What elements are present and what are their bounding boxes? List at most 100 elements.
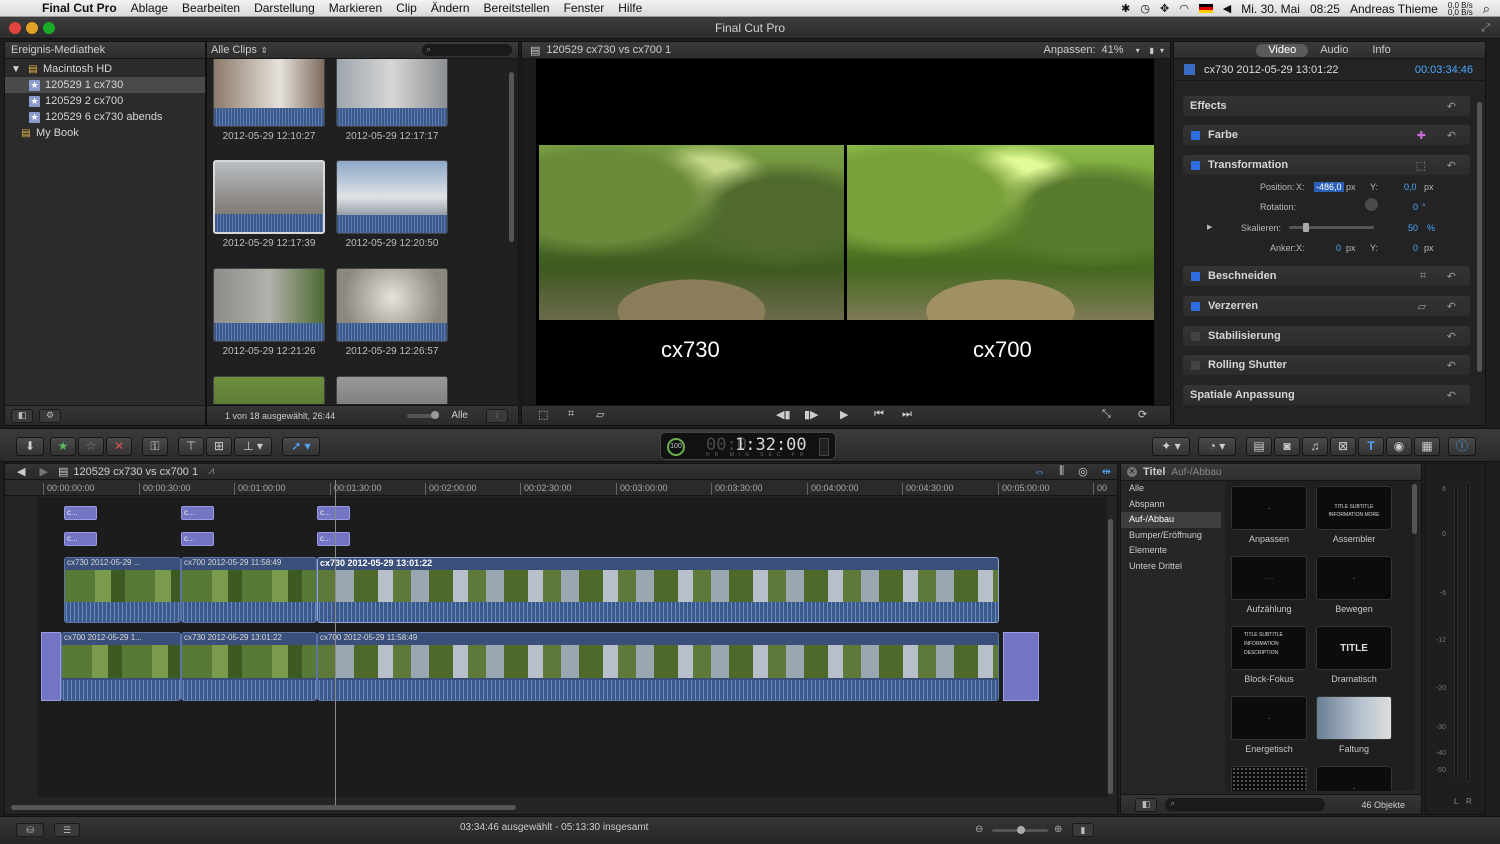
clip-thumbnail[interactable] (336, 376, 448, 404)
import-media-button[interactable]: ⬇ (16, 437, 44, 456)
section-transformation[interactable]: Transformation ⬚ ↶ (1183, 155, 1470, 175)
slider-knob[interactable] (1303, 223, 1309, 232)
go-to-start-button[interactable]: ⏮ (874, 408, 884, 421)
back-arrow-icon[interactable]: ◀ (17, 465, 25, 478)
title-clip[interactable]: c... (64, 506, 97, 520)
reject-button[interactable]: ✕ (106, 437, 132, 456)
close-window-button[interactable] (9, 22, 21, 34)
crop-icon[interactable]: ⌗ (568, 408, 574, 421)
title-item-dramatisch[interactable]: TITLE Dramatisch (1316, 626, 1392, 684)
menu-app-name[interactable]: Final Cut Pro (42, 1, 117, 15)
section-farbe[interactable]: Farbe ✚ ↶ (1183, 125, 1470, 145)
scale-slider[interactable] (1289, 223, 1374, 232)
slider-knob[interactable] (1017, 826, 1025, 834)
inspector-scrollbar[interactable] (1477, 102, 1482, 372)
library-item-my-book[interactable]: ▤ My Book (5, 125, 205, 141)
enable-checkbox[interactable] (1191, 271, 1200, 281)
action-gear-button[interactable]: ⚙ (39, 408, 61, 423)
timeline-index-icon[interactable]: ⩘ (208, 465, 214, 478)
snapping-icon[interactable]: ⇹ (1102, 465, 1111, 478)
crop-onscreen-icon[interactable]: ⌗ (1420, 270, 1426, 283)
color-board-icon[interactable]: ✚ (1417, 129, 1426, 142)
playhead[interactable] (335, 480, 336, 805)
inspector-toggle-button[interactable]: ▤ (1246, 437, 1272, 456)
reset-icon[interactable]: ↶ (1447, 389, 1456, 402)
section-effects[interactable]: Effects ↶ (1183, 96, 1470, 116)
clip-appearance-button[interactable]: ⛁ (16, 823, 44, 837)
zoom-in-icon[interactable]: ⊕ (1054, 824, 1062, 835)
upper-video-clip[interactable]: cx700 2012-05-29 11:58:49 (181, 557, 317, 623)
minimize-window-button[interactable] (26, 22, 38, 34)
section-stabilisierung[interactable]: Stabilisierung ↶ (1183, 326, 1470, 346)
category-abspann[interactable]: Abspann (1121, 497, 1221, 513)
anchor-x-field[interactable]: 0 (1336, 243, 1341, 253)
menu-user[interactable]: Andreas Thieme (1350, 2, 1438, 16)
title-item-anpassen[interactable]: - Anpassen (1231, 486, 1307, 544)
titles-search-field[interactable]: ⌕ (1165, 798, 1325, 811)
audio-meter-mini[interactable] (819, 438, 829, 456)
fullscreen-icon[interactable]: ⤢ (1481, 17, 1490, 39)
library-toggle-button[interactable]: ◧ (11, 408, 33, 423)
menu-clip[interactable]: Clip (396, 1, 417, 15)
reset-icon[interactable]: ↶ (1447, 270, 1456, 283)
upper-video-clip-selected[interactable]: cx730 2012-05-29 13:01:22 (317, 557, 999, 623)
clip-appearance-icon[interactable]: ⇔ (1034, 466, 1045, 478)
position-y-field[interactable]: 0,0 (1404, 182, 1417, 192)
scale-disclosure-icon[interactable]: ▶ (1207, 223, 1212, 231)
reset-icon[interactable]: ↶ (1447, 100, 1456, 113)
library-item-event-6[interactable]: ★ 120529 6 cx730 abends (5, 109, 205, 125)
zoom-out-icon[interactable]: ⊖ (975, 824, 983, 835)
menu-time[interactable]: 08:25 (1310, 2, 1340, 16)
clip-filter-menu[interactable]: Alle Clips (207, 44, 257, 56)
wifi-icon[interactable]: ◠ (1179, 2, 1189, 15)
timeline-tracks[interactable]: c... c... c... c... c... c... cx730 2012… (37, 497, 1107, 797)
reset-icon[interactable]: ↶ (1447, 300, 1456, 313)
reset-icon[interactable]: ↶ (1447, 330, 1456, 343)
slider-knob[interactable] (431, 410, 440, 419)
primary-video-clip[interactable]: cx700 2012-05-29 1... (61, 632, 181, 701)
transform-overlay-icon[interactable]: ⬚ (538, 408, 548, 421)
timeline-vertical-scrollbar[interactable] (1108, 519, 1113, 794)
zoom-menu[interactable]: 41% (1102, 44, 1124, 56)
primary-end-title-clip[interactable] (1003, 632, 1039, 701)
timeline-zoom-slider[interactable] (992, 826, 1048, 834)
menu-bearbeiten[interactable]: Bearbeiten (182, 1, 240, 15)
go-to-end-button[interactable]: ⏭ (902, 408, 912, 421)
volume-icon[interactable]: ◀︎ (1223, 2, 1231, 15)
title-clip[interactable]: c... (181, 506, 214, 520)
play-button[interactable]: ▶ (840, 408, 848, 421)
retime-button[interactable]: ◔ ▾ (1198, 437, 1236, 456)
all-filter-label[interactable]: Alle (451, 410, 468, 421)
timeline-ruler[interactable]: 00:00:00:00 00:00:30:00 00:01:00:00 00:0… (5, 480, 1117, 496)
keyword-button[interactable]: ⚿ (142, 437, 168, 456)
menu-bereitstellen[interactable]: Bereitstellen (484, 1, 550, 15)
reset-icon[interactable]: ↶ (1447, 129, 1456, 142)
themes-browser-button[interactable]: ▦ (1414, 437, 1440, 456)
primary-video-clip[interactable]: cx700 2012-05-29 11:58:49 (317, 632, 999, 701)
audio-clip-toggle-button[interactable]: ▮ (1072, 823, 1094, 837)
title-item-assembler[interactable]: TITLE SUBTITLE INFORMATION MORE Assemble… (1316, 486, 1392, 544)
library-item-event-1[interactable]: ★ 120529 1 cx730 (5, 77, 205, 93)
enable-checkbox[interactable] (1191, 360, 1200, 370)
favorite-button[interactable]: ★ (50, 437, 76, 456)
dashboard-timecode[interactable]: 100 00:0 1:32:00 HR MIN SEC FR (660, 432, 836, 460)
title-item-bewegen[interactable]: - Bewegen (1316, 556, 1392, 614)
viewer-options-icon[interactable]: ▮ (1150, 46, 1154, 55)
tab-audio[interactable]: Audio (1308, 44, 1360, 57)
tab-video[interactable]: Video (1256, 43, 1309, 57)
timeline-horizontal-scrollbar[interactable] (11, 805, 516, 810)
menu-aendern[interactable]: Ändern (431, 1, 470, 15)
title-clip[interactable]: c... (317, 532, 350, 546)
menu-fenster[interactable]: Fenster (564, 1, 605, 15)
clip-thumbnail[interactable] (213, 376, 325, 404)
filter-arrows-icon[interactable]: ⇕ (261, 46, 268, 55)
thumbnail-size-slider[interactable] (407, 410, 440, 419)
loop-icon[interactable]: ⟳ (1138, 408, 1147, 421)
prev-frame-button[interactable]: ◀︎▮ (776, 408, 791, 421)
clip-thumbnail-selected[interactable]: 2012-05-29 12:17:39 (213, 160, 325, 249)
solo-icon[interactable]: ◎ (1078, 465, 1088, 478)
network-monitor[interactable]: 0,0 B/s 0,0 B/s (1448, 1, 1473, 16)
bluetooth-icon[interactable]: ✱ (1121, 2, 1130, 15)
clip-thumbnail[interactable]: 2012-05-29 12:21:26 (213, 268, 325, 357)
unrate-button[interactable]: ☆ (78, 437, 104, 456)
